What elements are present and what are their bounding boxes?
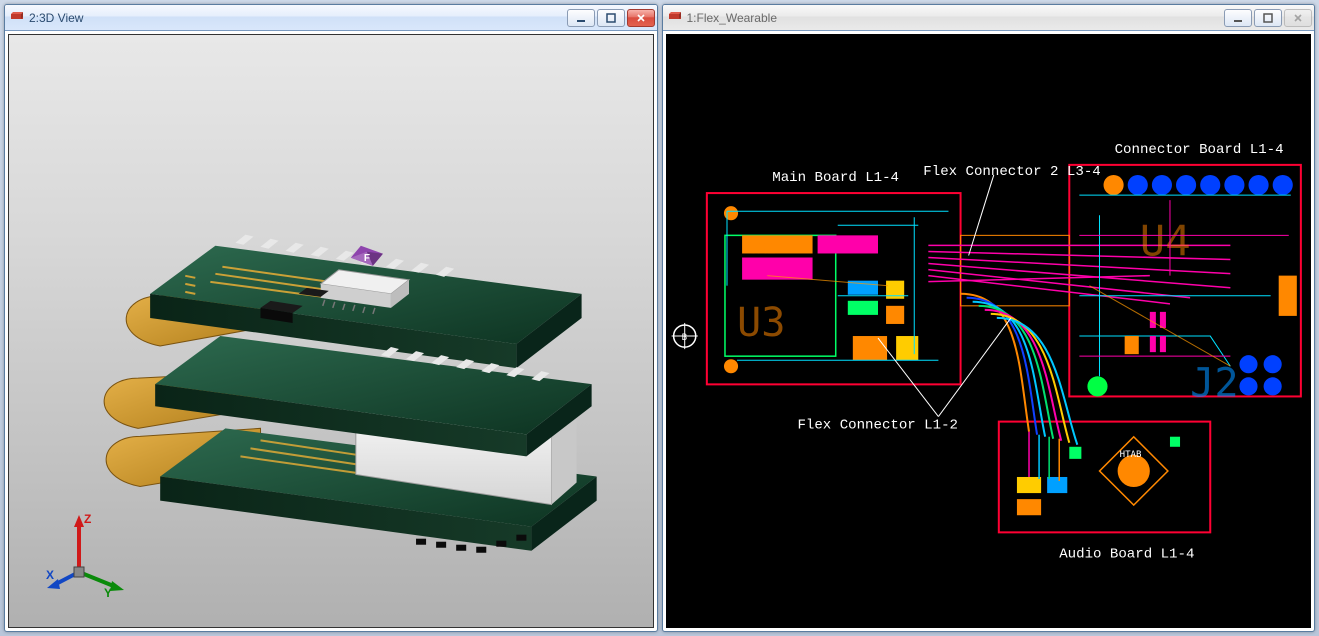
label-connector-board: Connector Board L1-4 <box>1114 142 1283 158</box>
window-controls <box>567 9 655 27</box>
window-controls <box>1224 9 1312 27</box>
svg-text:U3: U3 <box>737 300 785 346</box>
minimize-button[interactable] <box>1224 9 1252 27</box>
close-button[interactable] <box>627 9 655 27</box>
svg-text:Z: Z <box>84 512 91 526</box>
label-flex-connector: Flex Connector L1-2 <box>797 418 958 434</box>
window-3d-view: 2:3D View <box>4 4 658 632</box>
maximize-button[interactable] <box>1254 9 1282 27</box>
app-icon <box>9 10 25 26</box>
audio-board-components: HTAB <box>1016 432 1179 516</box>
label-audio-board: Audio Board L1-4 <box>1059 547 1194 563</box>
svg-text:Y: Y <box>104 586 112 597</box>
axis-gizmo[interactable]: Z Y X <box>44 507 134 597</box>
maximize-button[interactable] <box>597 9 625 27</box>
origin-marker: B <box>671 323 697 349</box>
svg-text:U4: U4 <box>1139 216 1190 265</box>
mdi-workspace: 2:3D View <box>0 0 1319 636</box>
window-pcb-layout: 1:Flex_Wearable <box>662 4 1316 632</box>
pcb-canvas[interactable]: B <box>666 34 1312 628</box>
connector-board-components: U4 J2 <box>1079 175 1296 406</box>
svg-text:B: B <box>681 333 687 343</box>
svg-text:X: X <box>46 568 54 582</box>
svg-text:J2: J2 <box>1190 360 1238 406</box>
viewport-3d[interactable]: F Z <box>5 31 657 631</box>
svg-text:F: F <box>364 253 370 264</box>
label-main-board: Main Board L1-4 <box>772 170 899 186</box>
window-title: 1:Flex_Wearable <box>687 11 1217 25</box>
close-button[interactable] <box>1284 9 1312 27</box>
svg-text:CR2: CR2 <box>747 238 776 257</box>
label-flex-connector2: Flex Connector 2 L3-4 <box>923 164 1100 180</box>
titlebar-pcb-layout[interactable]: 1:Flex_Wearable <box>663 5 1315 31</box>
viewport-3d-canvas[interactable]: F Z <box>8 34 654 628</box>
titlebar-3d-view[interactable]: 2:3D View <box>5 5 657 31</box>
window-title: 2:3D View <box>29 11 559 25</box>
main-board-components: CR2 U3 <box>723 206 948 373</box>
svg-text:HTAB: HTAB <box>1119 450 1141 460</box>
app-icon <box>667 10 683 26</box>
viewport-pcb[interactable]: B <box>663 31 1315 631</box>
minimize-button[interactable] <box>567 9 595 27</box>
